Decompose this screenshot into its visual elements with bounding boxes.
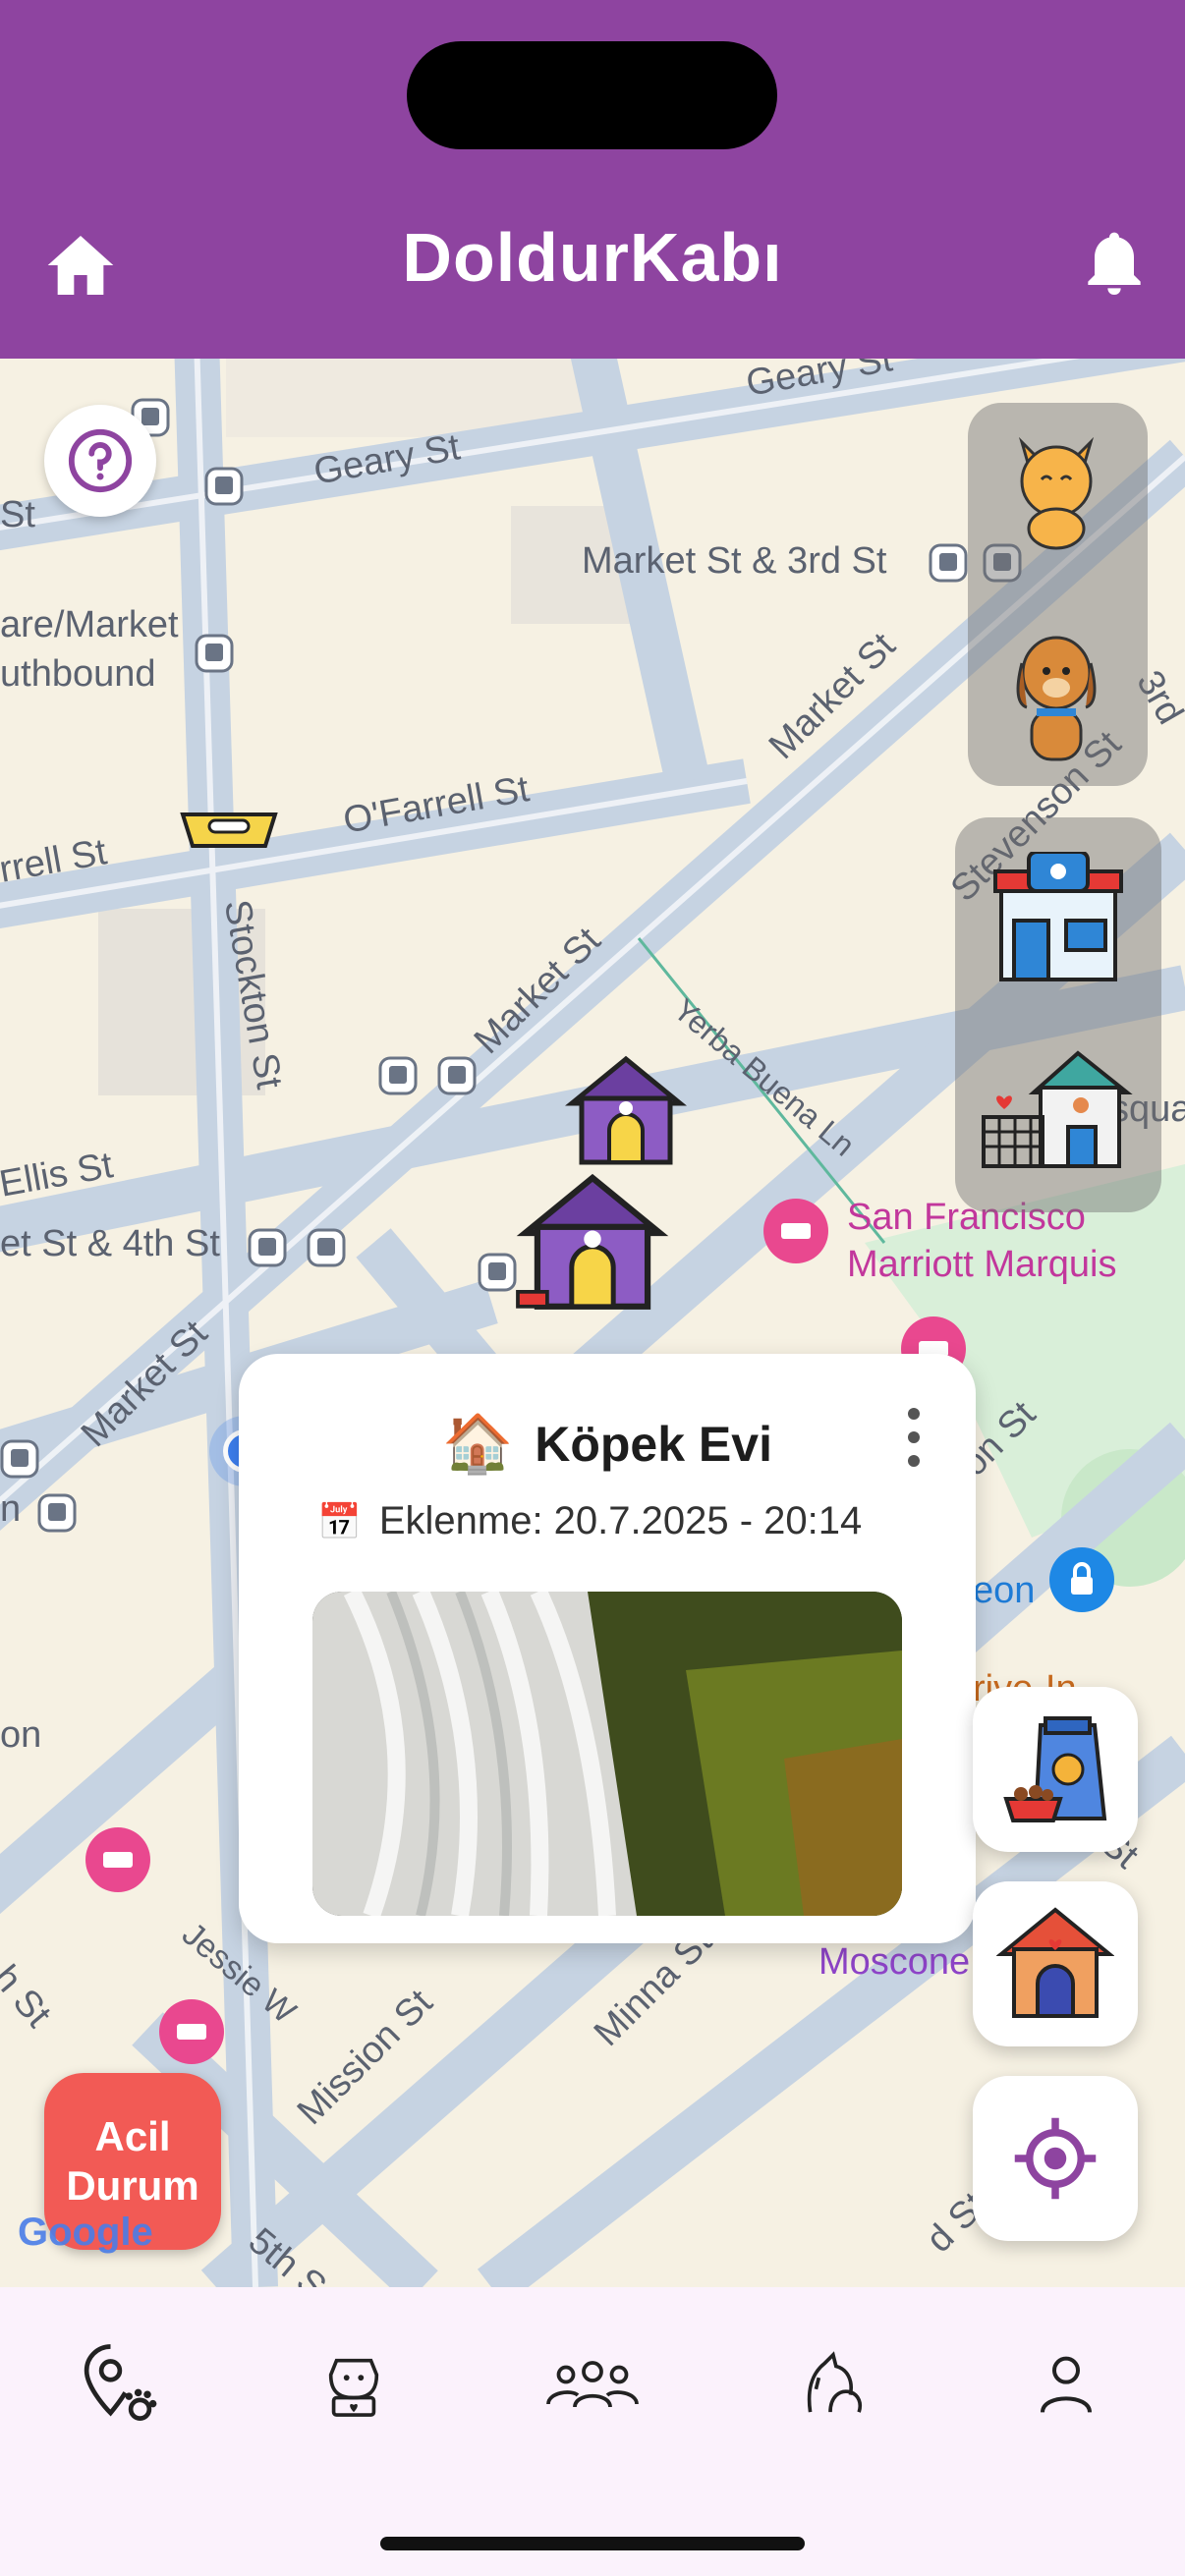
person-icon — [1041, 2356, 1092, 2413]
marker-photo[interactable] — [312, 1592, 902, 1916]
street-label: St — [0, 494, 35, 535]
bus-stop-icon — [0, 1439, 39, 1479]
bus-stop-icon — [307, 1228, 346, 1267]
vet-clinic-icon[interactable] — [989, 852, 1127, 984]
street-label: et St & 4th St — [0, 1223, 220, 1264]
help-button[interactable] — [44, 405, 156, 517]
bottom-navigation — [0, 2287, 1185, 2576]
bus-stop-icon — [37, 1493, 77, 1533]
nav-profile[interactable] — [1017, 2334, 1115, 2433]
nav-map[interactable] — [69, 2334, 167, 2433]
lock-pin-icon[interactable] — [1047, 1547, 1116, 1626]
popup-date-row: 📅 Eklenme: 20.7.2025 - 20:14 — [317, 1499, 862, 1543]
house-emoji-icon: 🏠 — [442, 1412, 514, 1476]
hotel-pin-icon[interactable] — [157, 1999, 226, 2078]
add-food-button[interactable] — [973, 1687, 1138, 1852]
popup-title-row: 🏠 Köpek Evi — [239, 1411, 976, 1478]
dog-house-marker-icon[interactable] — [562, 1054, 690, 1172]
popup-date: Eklenme: 20.7.2025 - 20:14 — [378, 1499, 863, 1542]
marker-info-popup[interactable]: 🏠 Köpek Evi 📅 Eklenme: 20.7.2025 - 20:14 — [239, 1354, 976, 1943]
app-title: DoldurKabı — [402, 219, 783, 296]
bus-stop-icon — [204, 467, 244, 506]
google-logo: Google — [18, 2211, 153, 2254]
pet-food-icon — [1003, 1716, 1107, 1822]
more-options-icon[interactable] — [899, 1408, 929, 1467]
poi-label-moscone[interactable]: Moscone — [818, 1938, 970, 1986]
add-dog-house-button[interactable] — [973, 1881, 1138, 2046]
bus-stop-icon — [378, 1056, 418, 1095]
dynamic-island — [407, 41, 777, 149]
locate-me-button[interactable] — [973, 2076, 1138, 2241]
dog-house-marker-icon[interactable] — [513, 1169, 672, 1321]
street-label: n — [0, 1488, 22, 1530]
home-indicator — [380, 2537, 805, 2550]
cat-dog-icon — [807, 2351, 863, 2413]
map-paw-pin-icon — [84, 2344, 157, 2421]
hotel-pin-icon[interactable] — [762, 1199, 830, 1277]
hotel-pin-icon[interactable] — [84, 1827, 152, 1906]
poi-label-eon[interactable]: eon — [973, 1567, 1035, 1614]
dog-filter-icon[interactable] — [1002, 624, 1110, 766]
popup-title: Köpek Evi — [535, 1417, 772, 1472]
bus-stop-icon — [195, 634, 234, 673]
question-icon — [68, 428, 133, 493]
bus-stop-icon — [437, 1056, 477, 1095]
bus-stop-icon — [478, 1253, 517, 1292]
nav-pets[interactable] — [781, 2334, 879, 2433]
cat-filter-icon[interactable] — [1002, 422, 1110, 550]
food-bowl-marker-icon[interactable] — [175, 803, 283, 852]
nav-community[interactable] — [542, 2334, 643, 2433]
dog-house-icon — [996, 1907, 1114, 2018]
calendar-emoji-icon: 📅 — [317, 1500, 362, 1541]
app-header: DoldurKabı — [0, 0, 1185, 359]
dog-heart-icon — [328, 2358, 379, 2417]
pet-filter-panel — [968, 403, 1148, 786]
nav-adopt[interactable] — [305, 2334, 403, 2433]
bus-stop-icon — [248, 1228, 287, 1267]
bell-icon[interactable] — [1075, 226, 1154, 305]
street-label: are/Market — [0, 604, 179, 645]
place-filter-panel — [955, 817, 1161, 1212]
map-view[interactable]: Geary St Geary St Market St & 3rd St are… — [0, 359, 1185, 2287]
street-label: on — [0, 1714, 42, 1756]
people-group-icon — [546, 2361, 639, 2408]
bus-stop-icon — [929, 543, 968, 583]
street-label: uthbound — [0, 653, 156, 695]
animal-shelter-icon[interactable] — [980, 1048, 1137, 1171]
crosshair-icon — [1014, 2117, 1097, 2200]
street-label: Market St & 3rd St — [582, 540, 887, 582]
